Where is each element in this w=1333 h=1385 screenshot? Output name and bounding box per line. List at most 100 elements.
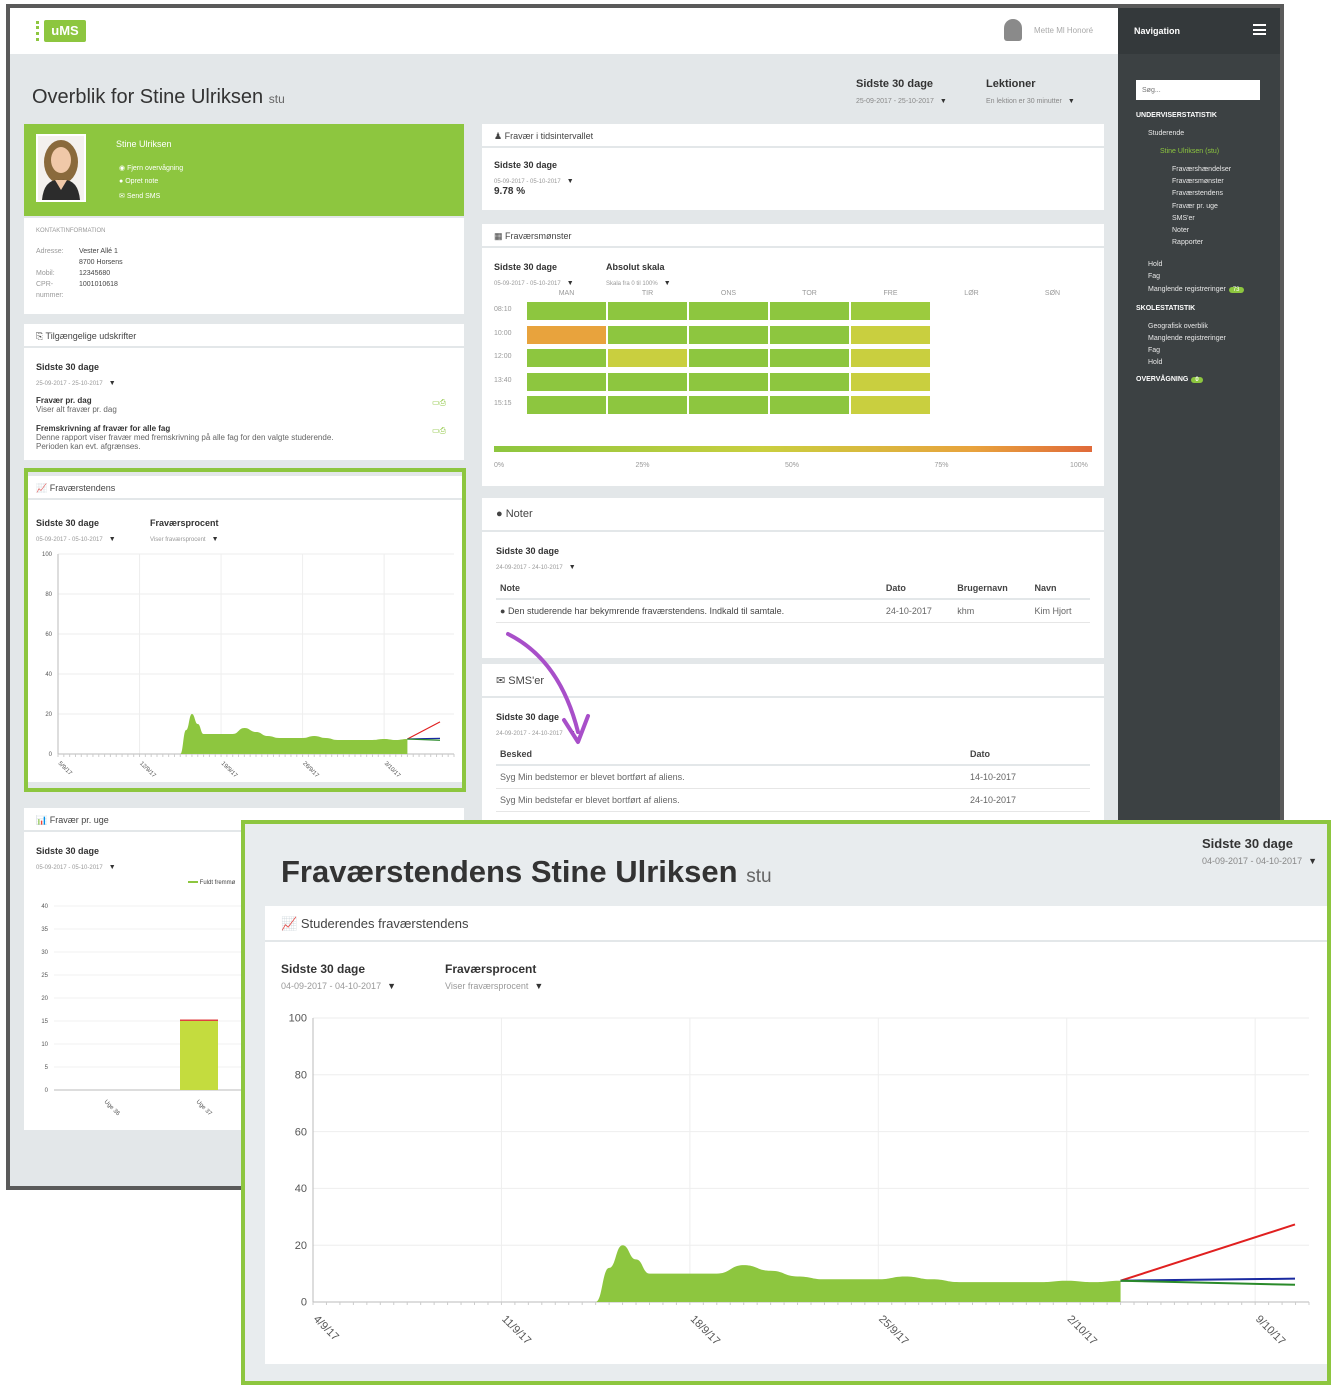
- heatmap-day-label: LØR: [964, 290, 979, 297]
- zoom-chart-period[interactable]: Sidste 30 dage 04-09-2017 - 04-10-2017 ▼: [281, 962, 396, 994]
- x-tick-label: 25/9/17: [876, 1313, 910, 1347]
- send-sms-link[interactable]: ✉ Send SMS: [119, 192, 160, 200]
- sidebar-item[interactable]: Stine Ulriksen (stu): [1160, 148, 1219, 155]
- lessons-filter[interactable]: Lektioner En lektion er 30 minutter ▼: [986, 78, 1075, 108]
- heatmap-cell[interactable]: [608, 396, 687, 414]
- zoom-chart-metric[interactable]: Fraværsprocent Viser fraværsprocent ▼: [445, 962, 543, 994]
- weekly-period-range: 05-09-2017 - 05-10-2017: [36, 865, 103, 871]
- print-icon[interactable]: ▭⎙: [432, 398, 446, 408]
- reports-period-filter[interactable]: Sidste 30 dage 25-09-2017 - 25-10-2017 ▼: [36, 362, 116, 390]
- heatmap-cell[interactable]: [527, 302, 606, 320]
- sidebar-item[interactable]: Fag: [1148, 347, 1160, 354]
- heatmap-cell[interactable]: [689, 372, 768, 391]
- heatmap-cell[interactable]: [527, 325, 606, 344]
- notes-period-label: Sidste 30 dage: [496, 546, 560, 556]
- hamburger-menu-icon[interactable]: [1253, 24, 1266, 35]
- heatmap-cell[interactable]: [608, 325, 687, 344]
- y-tick-label: 0: [301, 1297, 307, 1309]
- table-row[interactable]: ● Den studerende har bekymrende fraværst…: [496, 599, 1090, 623]
- weekly-period[interactable]: Sidste 30 dage 05-09-2017 - 05-10-2017 ▼: [36, 846, 116, 874]
- note-user: khm: [953, 599, 1031, 623]
- sidebar-item-label: Rapporter: [1172, 239, 1204, 247]
- sidebar-item[interactable]: Hold: [1148, 359, 1162, 366]
- sidebar-item[interactable]: SKOLESTATISTIK: [1136, 305, 1195, 312]
- heatmap-cell[interactable]: [527, 396, 606, 414]
- notes-col-name: Navn: [1030, 578, 1090, 600]
- report-item[interactable]: Fravær pr. dag Viser alt fravær pr. dag: [36, 396, 117, 414]
- sidebar-item-label: Fraværshændelser: [1172, 166, 1232, 173]
- zoom-chart-period-range: 04-09-2017 - 04-10-2017: [281, 981, 382, 991]
- sidebar-item-label: Noter: [1172, 227, 1190, 234]
- print-icon[interactable]: ▭⎙: [432, 426, 446, 436]
- heatmap-cell[interactable]: [608, 372, 687, 391]
- heatmap-time-label: 10:00: [494, 329, 512, 337]
- page-title-tag: stu: [268, 92, 285, 106]
- sidebar-item[interactable]: Noter: [1172, 227, 1189, 234]
- sidebar-item[interactable]: Fag: [1148, 273, 1160, 280]
- zoom-card: 📈 Studerendes fraværstendens Sidste 30 d…: [265, 906, 1327, 1364]
- heatmap-cell[interactable]: [770, 372, 849, 391]
- heatmap-cell[interactable]: [608, 349, 687, 367]
- sidebar-item[interactable]: Fraværsmønster: [1172, 178, 1224, 185]
- sidebar-item[interactable]: Studerende: [1148, 130, 1184, 137]
- sidebar-item-label: OVERVÅGNING: [1136, 376, 1189, 384]
- heatmap-cell[interactable]: [851, 372, 930, 391]
- heatmap-cell[interactable]: [608, 302, 687, 320]
- report-desc-2: Perioden kan evt. afgrænses.: [36, 442, 141, 451]
- x-tick-label: 18/9/17: [688, 1313, 722, 1347]
- heatmap-time-label: 12:00: [494, 353, 512, 360]
- sidebar-item[interactable]: SMS'er: [1172, 215, 1195, 222]
- sidebar-item[interactable]: Fraværstendens: [1172, 190, 1223, 197]
- sidebar-item[interactable]: OVERVÅGNING 0: [1136, 376, 1203, 384]
- sidebar-item[interactable]: Hold: [1148, 261, 1162, 268]
- heatmap-cell[interactable]: [689, 325, 768, 344]
- user-avatar-icon[interactable]: [1004, 19, 1022, 41]
- heatmap-day-label: FRE: [883, 290, 898, 297]
- y-tick-label: 5: [45, 1065, 49, 1071]
- y-tick-label: 40: [295, 1183, 307, 1195]
- heatmap-cell[interactable]: [689, 396, 768, 414]
- nav-search-input[interactable]: [1136, 80, 1260, 100]
- note-name: Kim Hjort: [1030, 599, 1090, 623]
- notes-period[interactable]: Sidste 30 dage 24-09-2017 - 24-10-2017 ▼: [496, 546, 576, 574]
- heatmap-cell[interactable]: [851, 396, 930, 414]
- sidebar-item[interactable]: Manglende registreringer: [1148, 335, 1226, 342]
- heatmap-cell[interactable]: [770, 349, 849, 367]
- heatmap-cell[interactable]: [689, 302, 768, 320]
- sidebar-item[interactable]: Manglende registreringer 73: [1148, 286, 1244, 293]
- absence-period[interactable]: Sidste 30 dage 05-09-2017 - 05-10-2017 ▼: [494, 160, 574, 188]
- user-name[interactable]: Mette Ml Honoré: [1034, 26, 1093, 35]
- period-filter-range: 25-09-2017 - 25-10-2017: [856, 98, 934, 105]
- table-row[interactable]: Syg Min bedstemor er blevet bortført af …: [496, 765, 1090, 789]
- create-note-link[interactable]: ● Opret note: [119, 178, 158, 185]
- sidebar-item[interactable]: Rapporter: [1172, 239, 1203, 246]
- sidebar-item-label: UNDERVISERSTATISTIK: [1136, 112, 1217, 119]
- stop-monitoring-link[interactable]: ◉ Fjern overvågning: [119, 164, 183, 172]
- notes-col-date: Dato: [881, 578, 954, 600]
- heatmap-cell[interactable]: [770, 325, 849, 344]
- y-tick-label: 10: [41, 1042, 48, 1048]
- notes-table: Note Dato Brugernavn Navn ● Den studeren…: [496, 578, 1090, 623]
- table-row[interactable]: Syg Min bedstefar er blevet bortført af …: [496, 788, 1090, 812]
- heatmap-cell[interactable]: [527, 372, 606, 391]
- logo[interactable]: uMS: [44, 20, 86, 42]
- heatmap-cell[interactable]: [851, 302, 930, 320]
- heatmap-cell[interactable]: [851, 349, 930, 367]
- sidebar-item[interactable]: Geografisk overblik: [1148, 323, 1208, 330]
- sidebar-item[interactable]: Fravær pr. uge: [1172, 203, 1218, 210]
- heatmap-cell[interactable]: [770, 302, 849, 320]
- zoom-period-filter[interactable]: Sidste 30 dage 04-09-2017 - 04-10-2017 ▼: [1202, 836, 1317, 869]
- zoom-title-text: Fraværstendens Stine Ulriksen: [281, 854, 738, 889]
- sidebar-item-label: Fag: [1148, 273, 1161, 281]
- heatmap-cell[interactable]: [770, 396, 849, 414]
- sidebar-item[interactable]: Fraværshændelser: [1172, 166, 1231, 173]
- period-filter[interactable]: Sidste 30 dage 25-09-2017 - 25-10-2017 ▼: [856, 78, 947, 108]
- report-item[interactable]: Fremskrivning af fravær for alle fag Den…: [36, 424, 333, 451]
- period-filter-label: Sidste 30 dage: [856, 78, 934, 90]
- sidebar-item-label: Manglende registreringer: [1148, 285, 1226, 293]
- sidebar-item[interactable]: UNDERVISERSTATISTIK: [1136, 112, 1217, 119]
- heatmap-cell[interactable]: [689, 349, 768, 367]
- caret-down-icon: ▼: [568, 564, 576, 571]
- heatmap-cell[interactable]: [851, 325, 930, 344]
- heatmap-cell[interactable]: [527, 349, 606, 367]
